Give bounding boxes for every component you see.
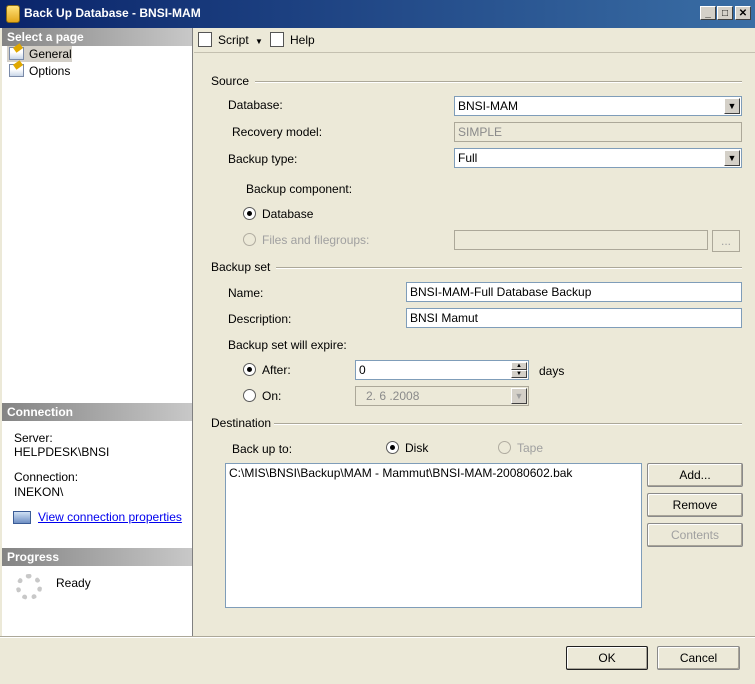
backup-type-select-value: Full bbox=[458, 151, 478, 165]
progress-status: Ready bbox=[56, 576, 91, 590]
toolbar: Script ▼ Help bbox=[194, 28, 755, 53]
page-icon bbox=[9, 47, 24, 60]
description-field[interactable]: BNSI Mamut bbox=[406, 308, 742, 328]
page-label-general: General bbox=[29, 47, 72, 61]
connection-label: Connection: bbox=[14, 470, 79, 484]
minimize-button[interactable]: _ bbox=[700, 6, 716, 20]
spinner-buttons[interactable]: ▲ ▼ bbox=[511, 362, 527, 378]
expire-on-radio[interactable] bbox=[243, 389, 256, 402]
destination-group-label: Destination bbox=[211, 416, 272, 430]
spin-up-icon[interactable]: ▲ bbox=[511, 362, 527, 370]
backup-to-label: Back up to: bbox=[232, 442, 293, 456]
chevron-down-icon: ▼ bbox=[255, 37, 263, 46]
divider bbox=[274, 423, 742, 425]
progress-spinner-icon bbox=[16, 574, 42, 600]
chevron-down-icon: ▼ bbox=[511, 388, 527, 404]
destination-list[interactable]: C:\MIS\BNSI\Backup\MAM - Mammut\BNSI-MAM… bbox=[225, 463, 642, 608]
expire-after-radio[interactable] bbox=[243, 363, 256, 376]
left-pane: Select a page General Options Connection… bbox=[2, 28, 193, 636]
component-database-label[interactable]: Database bbox=[262, 206, 313, 222]
database-icon bbox=[6, 5, 20, 23]
page-item-general[interactable]: General bbox=[7, 46, 72, 62]
chevron-down-icon[interactable]: ▼ bbox=[724, 98, 740, 114]
backup-to-tape-radio[interactable] bbox=[498, 441, 511, 454]
expire-date-picker: 2. 6 .2008 ▼ bbox=[355, 386, 529, 406]
divider bbox=[255, 81, 742, 83]
expire-after-label[interactable]: After: bbox=[262, 362, 291, 378]
backup-to-disk-radio[interactable] bbox=[386, 441, 399, 454]
contents-button[interactable]: Contents bbox=[647, 523, 743, 547]
page-label-options: Options bbox=[29, 64, 71, 78]
expire-on-label[interactable]: On: bbox=[262, 388, 281, 404]
expire-date-value: 2. 6 .2008 bbox=[366, 389, 420, 403]
recovery-model-value: SIMPLE bbox=[458, 125, 503, 139]
backup-component-label: Backup component: bbox=[246, 182, 353, 196]
view-connection-properties-link[interactable]: View connection properties bbox=[38, 510, 182, 524]
server-label: Server: bbox=[14, 431, 53, 445]
ok-button[interactable]: OK bbox=[566, 646, 648, 670]
backup-type-label: Backup type: bbox=[228, 152, 298, 166]
progress-header: Progress bbox=[2, 548, 192, 566]
files-browse-button[interactable]: ... bbox=[712, 230, 740, 252]
footer-divider bbox=[0, 636, 755, 638]
connection-header: Connection bbox=[2, 403, 192, 421]
backup-set-group-label: Backup set bbox=[211, 260, 271, 274]
add-destination-button[interactable]: Add... bbox=[647, 463, 743, 487]
server-value: HELPDESK\BNSI bbox=[14, 445, 110, 459]
script-label: Script bbox=[218, 33, 249, 47]
recovery-model-field: SIMPLE bbox=[454, 122, 742, 142]
cancel-button[interactable]: Cancel bbox=[657, 646, 740, 670]
description-value: BNSI Mamut bbox=[410, 311, 479, 325]
page-item-options[interactable]: Options bbox=[7, 63, 70, 79]
close-button[interactable]: ✕ bbox=[735, 6, 751, 20]
recovery-model-label: Recovery model: bbox=[232, 125, 323, 139]
chevron-down-icon[interactable]: ▼ bbox=[724, 150, 740, 166]
component-database-radio[interactable] bbox=[243, 207, 256, 220]
backup-database-dialog: Back Up Database - BNSI-MAM _ □ ✕ Select… bbox=[0, 0, 755, 684]
maximize-button[interactable]: □ bbox=[717, 6, 733, 20]
select-page-header: Select a page bbox=[2, 28, 192, 46]
files-filegroups-field bbox=[454, 230, 708, 250]
backup-to-disk-label[interactable]: Disk bbox=[405, 440, 428, 456]
page-icon bbox=[9, 64, 24, 77]
database-select[interactable]: BNSI-MAM ▼ bbox=[454, 96, 742, 116]
destination-path-item[interactable]: C:\MIS\BNSI\Backup\MAM - Mammut\BNSI-MAM… bbox=[229, 465, 572, 481]
backup-name-value: BNSI-MAM-Full Database Backup bbox=[410, 285, 592, 299]
expire-days-spinner[interactable]: 0 ▲ ▼ bbox=[355, 360, 529, 380]
expire-days-value: 0 bbox=[359, 363, 366, 377]
divider bbox=[276, 267, 742, 269]
description-label: Description: bbox=[228, 312, 292, 326]
title-bar[interactable]: Back Up Database - BNSI-MAM _ □ ✕ bbox=[0, 0, 755, 28]
backup-name-field[interactable]: BNSI-MAM-Full Database Backup bbox=[406, 282, 742, 302]
source-group-label: Source bbox=[211, 74, 250, 88]
days-label: days bbox=[539, 364, 565, 378]
backup-to-tape-label[interactable]: Tape bbox=[517, 440, 543, 456]
database-label: Database: bbox=[228, 98, 283, 112]
help-button[interactable]: Help bbox=[270, 32, 315, 48]
component-files-label[interactable]: Files and filegroups: bbox=[262, 232, 369, 248]
script-icon bbox=[198, 32, 212, 47]
window-title: Back Up Database - BNSI-MAM bbox=[24, 6, 201, 20]
backup-type-select[interactable]: Full ▼ bbox=[454, 148, 742, 168]
remove-destination-button[interactable]: Remove bbox=[647, 493, 743, 517]
spin-down-icon[interactable]: ▼ bbox=[511, 370, 527, 378]
connection-properties-icon bbox=[13, 511, 31, 524]
help-icon bbox=[270, 32, 284, 47]
name-label: Name: bbox=[228, 286, 264, 300]
database-select-value: BNSI-MAM bbox=[458, 99, 518, 113]
script-button[interactable]: Script ▼ bbox=[198, 32, 263, 48]
component-files-radio[interactable] bbox=[243, 233, 256, 246]
connection-value: INEKON\ bbox=[14, 485, 64, 499]
expire-label: Backup set will expire: bbox=[228, 338, 347, 352]
help-label: Help bbox=[290, 33, 315, 47]
